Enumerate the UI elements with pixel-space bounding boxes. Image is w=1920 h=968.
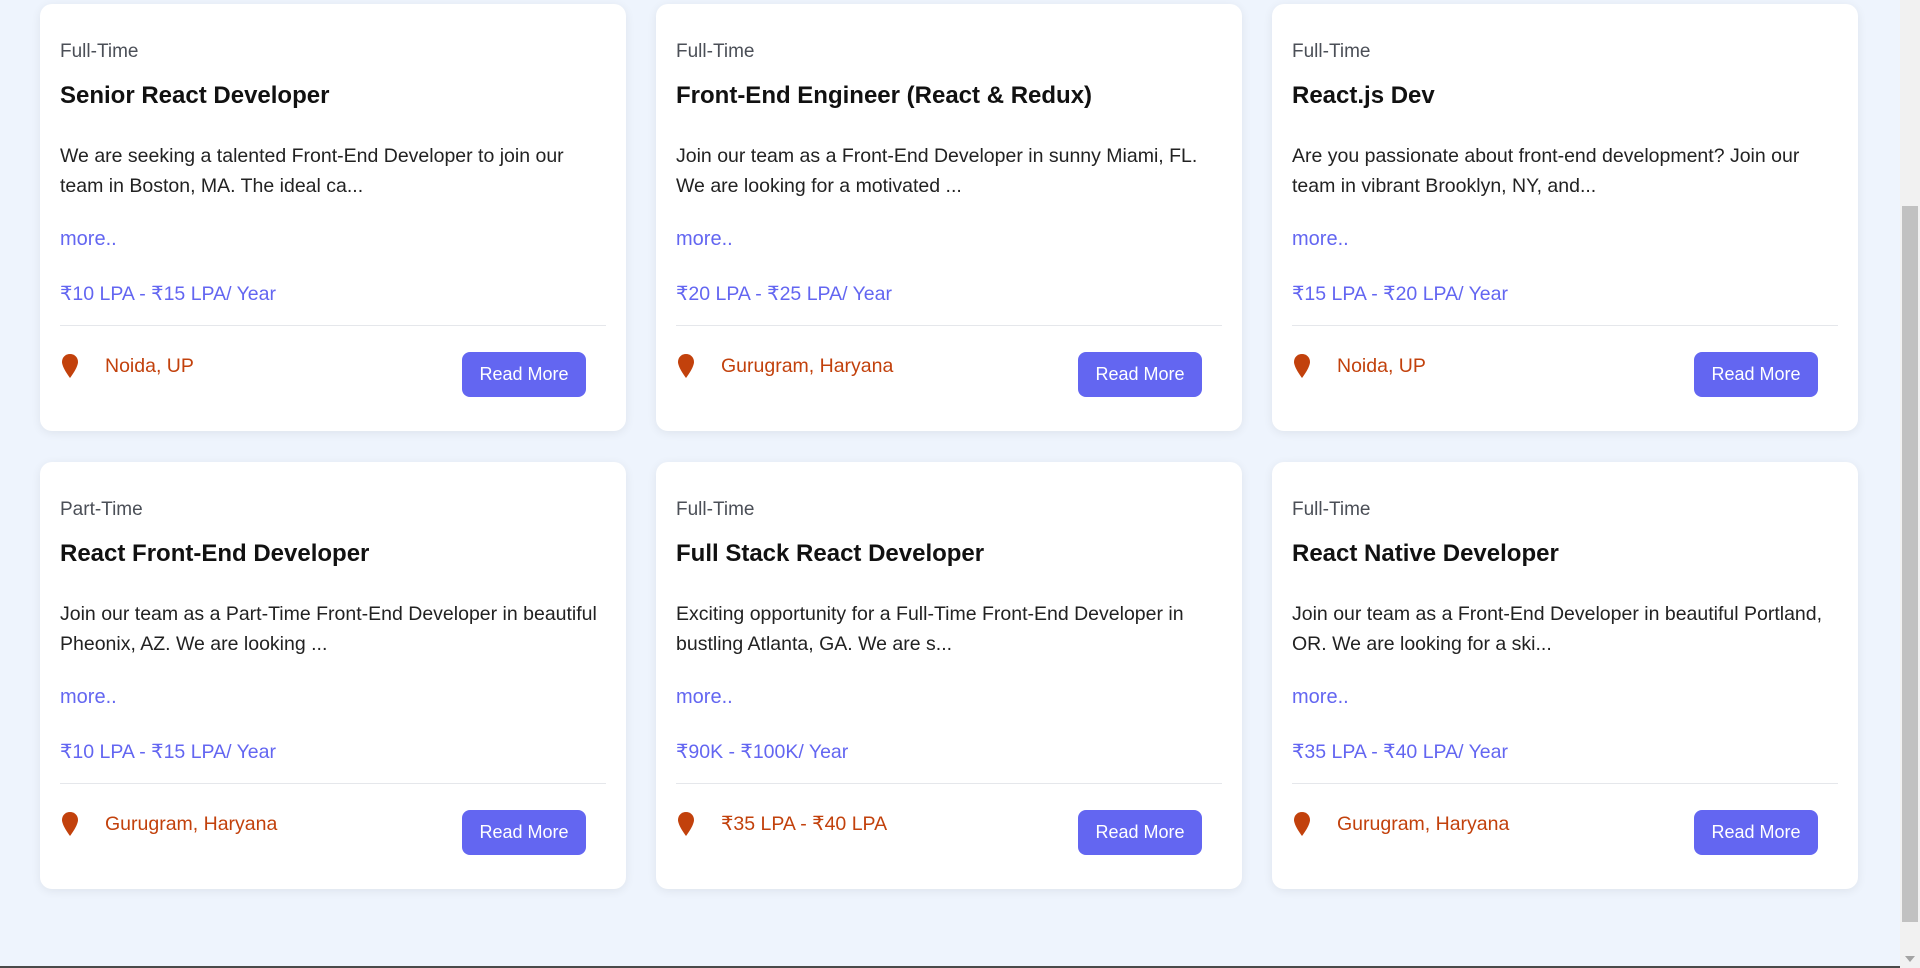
card-footer: Gurugram, Haryana Read More xyxy=(60,784,606,855)
location-label: Gurugram, Haryana xyxy=(105,813,278,835)
job-location: Gurugram, Haryana xyxy=(60,811,277,837)
job-description: Join our team as a Front-End Developer i… xyxy=(1292,603,1823,655)
job-description: We are seeking a talented Front-End Deve… xyxy=(60,145,564,197)
job-title: React Front-End Developer xyxy=(60,540,370,567)
more-link[interactable]: more.. xyxy=(676,226,733,252)
map-pin-icon xyxy=(1292,353,1312,379)
map-pin-icon xyxy=(60,811,80,837)
page-viewport: Full-Time Senior React Developer We are … xyxy=(0,0,1920,968)
location-label: ₹35 LPA - ₹40 LPA xyxy=(721,813,888,835)
map-pin-icon xyxy=(676,353,696,379)
job-description: Exciting opportunity for a Full-Time Fro… xyxy=(676,603,1184,655)
more-link[interactable]: more.. xyxy=(60,684,117,710)
more-link[interactable]: more.. xyxy=(676,684,733,710)
more-link[interactable]: more.. xyxy=(1292,684,1349,710)
read-more-button[interactable]: Read More xyxy=(462,810,586,855)
job-card: Full-Time Senior React Developer We are … xyxy=(40,4,626,431)
card-footer: ₹35 LPA - ₹40 LPA Read More xyxy=(676,784,1222,855)
job-description: Join our team as a Part-Time Front-End D… xyxy=(60,603,597,655)
job-card: Full-Time Front-End Engineer (React & Re… xyxy=(656,4,1242,431)
card-footer: Gurugram, Haryana Read More xyxy=(676,326,1222,397)
read-more-button[interactable]: Read More xyxy=(1078,352,1202,397)
job-type: Part-Time xyxy=(60,499,143,520)
job-location: Gurugram, Haryana xyxy=(676,353,893,379)
job-salary: ₹20 LPA - ₹25 LPA/ Year xyxy=(676,283,892,305)
map-pin-icon xyxy=(676,811,696,837)
card-footer: Noida, UP Read More xyxy=(60,326,606,397)
job-salary: ₹10 LPA - ₹15 LPA/ Year xyxy=(60,283,276,305)
job-type: Full-Time xyxy=(676,41,755,62)
job-card: Part-Time React Front-End Developer Join… xyxy=(40,462,626,889)
map-pin-icon xyxy=(1292,811,1312,837)
scrollbar-thumb[interactable] xyxy=(1902,206,1918,922)
location-label: Noida, UP xyxy=(105,355,194,377)
read-more-button[interactable]: Read More xyxy=(1078,810,1202,855)
read-more-button[interactable]: Read More xyxy=(1694,352,1818,397)
job-card: Full-Time React.js Dev Are you passionat… xyxy=(1272,4,1858,431)
job-title: Front-End Engineer (React & Redux) xyxy=(676,82,1093,109)
job-title: Full Stack React Developer xyxy=(676,540,985,567)
location-label: Gurugram, Haryana xyxy=(721,355,894,377)
job-card: Full-Time Full Stack React Developer Exc… xyxy=(656,462,1242,889)
job-location: Noida, UP xyxy=(60,353,194,379)
job-type: Full-Time xyxy=(1292,499,1371,520)
read-more-button[interactable]: Read More xyxy=(462,352,586,397)
more-link[interactable]: more.. xyxy=(1292,226,1349,252)
job-salary: ₹35 LPA - ₹40 LPA/ Year xyxy=(1292,741,1508,763)
vertical-scrollbar[interactable] xyxy=(1900,0,1920,968)
job-cards-grid: Full-Time Senior React Developer We are … xyxy=(40,4,1858,889)
card-footer: Noida, UP Read More xyxy=(1292,326,1838,397)
job-salary: ₹90K - ₹100K/ Year xyxy=(676,741,849,763)
location-label: Noida, UP xyxy=(1337,355,1426,377)
job-salary: ₹15 LPA - ₹20 LPA/ Year xyxy=(1292,283,1508,305)
job-title: Senior React Developer xyxy=(60,82,330,109)
scroll-down-arrow-icon[interactable] xyxy=(1905,956,1915,962)
job-title: React Native Developer xyxy=(1292,540,1559,567)
job-title: React.js Dev xyxy=(1292,82,1435,109)
job-salary: ₹10 LPA - ₹15 LPA/ Year xyxy=(60,741,276,763)
more-link[interactable]: more.. xyxy=(60,226,117,252)
job-description: Are you passionate about front-end devel… xyxy=(1292,145,1800,197)
job-location: ₹35 LPA - ₹40 LPA xyxy=(676,811,887,837)
job-type: Full-Time xyxy=(1292,41,1371,62)
read-more-button[interactable]: Read More xyxy=(1694,810,1818,855)
map-pin-icon xyxy=(60,353,80,379)
job-type: Full-Time xyxy=(676,499,755,520)
location-label: Gurugram, Haryana xyxy=(1337,813,1510,835)
job-type: Full-Time xyxy=(60,41,139,62)
job-description: Join our team as a Front-End Developer i… xyxy=(676,145,1198,197)
job-card: Full-Time React Native Developer Join ou… xyxy=(1272,462,1858,889)
job-location: Gurugram, Haryana xyxy=(1292,811,1509,837)
card-footer: Gurugram, Haryana Read More xyxy=(1292,784,1838,855)
job-location: Noida, UP xyxy=(1292,353,1426,379)
